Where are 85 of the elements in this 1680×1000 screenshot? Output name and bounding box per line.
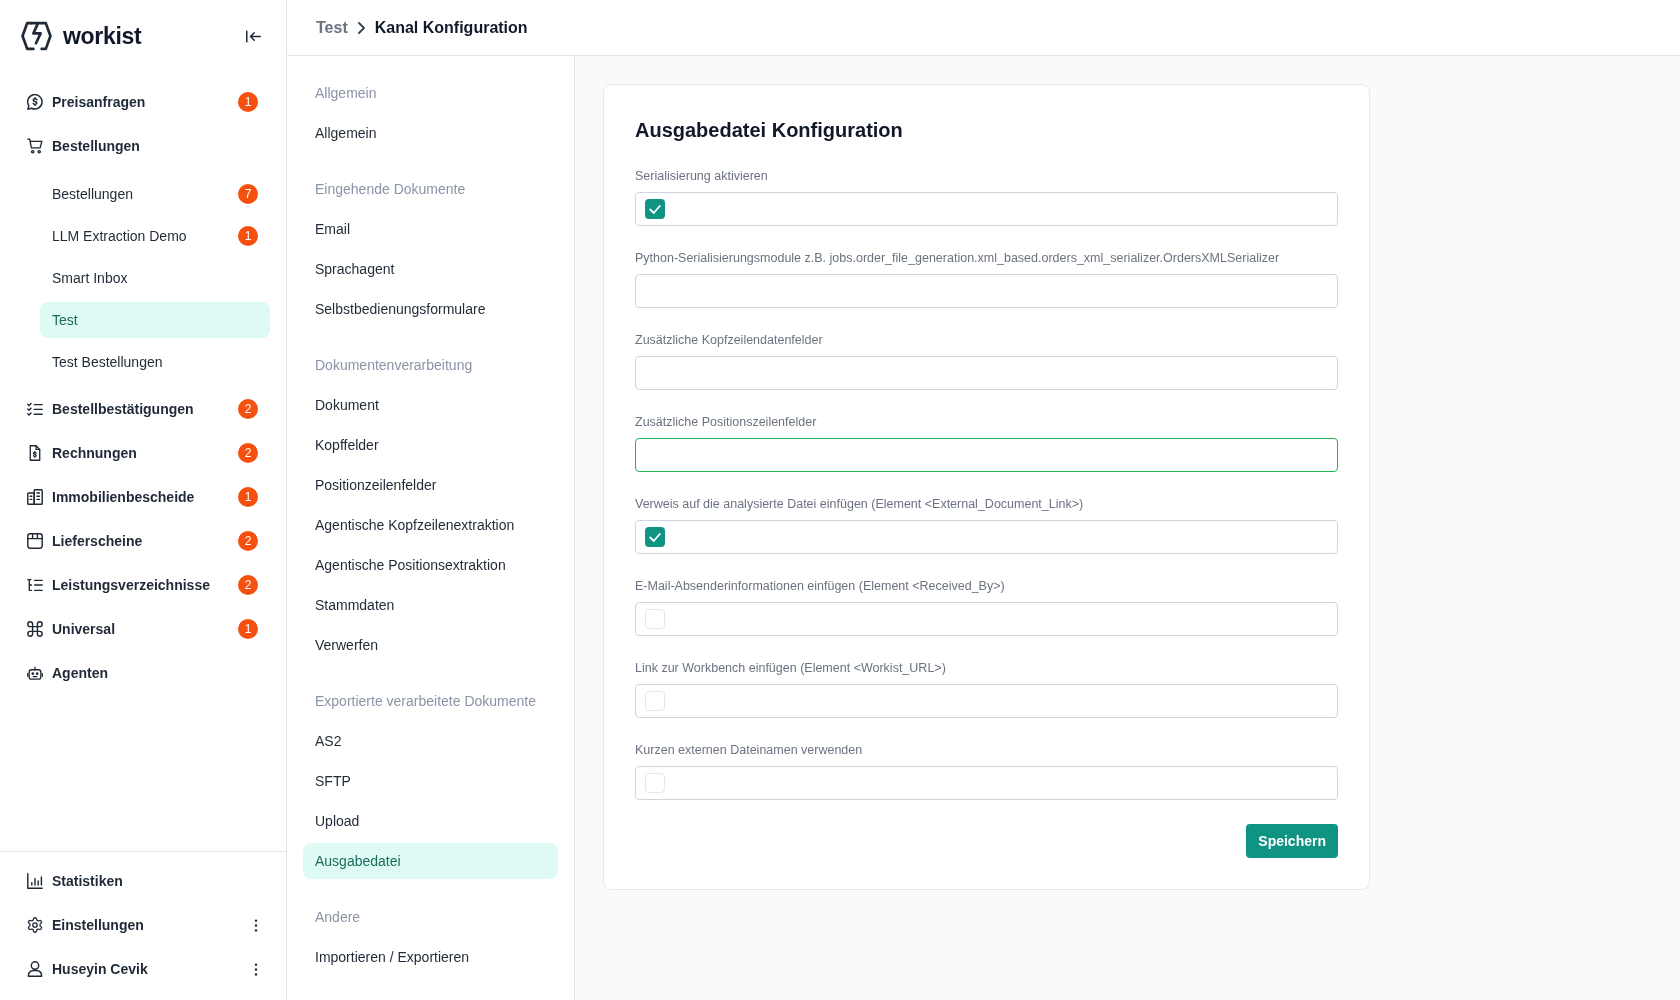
section-heading: Andere: [314, 907, 362, 927]
field-label: Serialisierung aktivieren: [635, 168, 769, 184]
section-heading: Exportierte verarbeitete Dokumente: [314, 691, 537, 711]
document-dollar-icon: [27, 445, 43, 461]
settings-menu-item[interactable]: Verwerfen: [303, 627, 558, 663]
sidebar-item[interactable]: Bestellungen: [16, 124, 270, 168]
sidebar-subitem[interactable]: Test Bestellungen: [40, 344, 270, 380]
section-heading: Allgemein: [314, 83, 378, 103]
bar-chart-icon: [27, 873, 43, 889]
sidebar-item[interactable]: Statistiken: [16, 859, 270, 903]
settings-menu-item[interactable]: Sprachagent: [303, 251, 558, 287]
settings-menu-item[interactable]: Selbstbedienungsformulare: [303, 291, 558, 327]
count-badge: 1: [238, 92, 258, 112]
field-label: Zusätzliche Positionszeilenfelder: [635, 414, 818, 430]
sidebar-item[interactable]: Immobilienbescheide 1: [16, 475, 270, 519]
count-badge: 1: [238, 619, 258, 639]
checkbox[interactable]: [645, 527, 665, 547]
sidebar-subitem[interactable]: Bestellungen 7: [40, 176, 270, 212]
field-label: Link zur Workbench einfügen (Element <Workist_URL>): [635, 660, 947, 676]
breadcrumb-link[interactable]: Test: [316, 15, 348, 40]
count-badge: 2: [238, 531, 258, 551]
count-badge: 7: [238, 184, 258, 204]
sidebar-item[interactable]: Preisanfragen 1: [16, 80, 270, 124]
checklist-icon: [27, 401, 43, 417]
sidebar-item[interactable]: Einstellungen: [16, 903, 270, 947]
sidebar-item[interactable]: Agenten: [16, 651, 270, 695]
sidebar-item[interactable]: Universal 1: [16, 607, 270, 651]
checkmark-icon: [649, 532, 661, 542]
settings-menu-item[interactable]: Upload: [303, 803, 558, 839]
count-badge: 1: [238, 487, 258, 507]
sidebar-subitem[interactable]: LLM Extraction Demo 1: [40, 218, 270, 254]
field-label: Zusätzliche Kopfzeilendatenfelder: [635, 332, 824, 348]
sidebar-item[interactable]: Lieferscheine 2: [16, 519, 270, 563]
checkbox[interactable]: [645, 199, 665, 219]
checkbox[interactable]: [645, 691, 665, 711]
settings-menu-item[interactable]: Agentische Positionsextraktion: [303, 547, 558, 583]
user-icon: [27, 961, 43, 977]
collapse-left-icon: [245, 29, 261, 43]
text-input[interactable]: [635, 274, 1338, 308]
section-heading: Eingehende Dokumente: [314, 179, 467, 199]
settings-menu-item[interactable]: Stammdaten: [303, 587, 558, 623]
settings-menu-item[interactable]: Ausgabedatei: [303, 843, 558, 879]
logo-text: workist: [63, 21, 142, 51]
settings-menu-item[interactable]: Kopffelder: [303, 427, 558, 463]
count-badge: 2: [238, 575, 258, 595]
settings-menu-item[interactable]: Importieren / Exportieren: [303, 939, 558, 975]
sidebar-item[interactable]: Huseyin Cevik: [16, 947, 270, 991]
command-icon: [27, 621, 43, 637]
card-title: Ausgabedatei Konfiguration: [635, 118, 904, 143]
save-button[interactable]: Speichern: [1246, 824, 1338, 858]
settings-menu-item[interactable]: Positionzeilenfelder: [303, 467, 558, 503]
sidebar-item[interactable]: Rechnungen 2: [16, 431, 270, 475]
chevron-right-icon: [357, 21, 365, 34]
field-label: Kurzen externen Dateinamen verwenden: [635, 742, 864, 758]
settings-menu-item[interactable]: Dokument: [303, 387, 558, 423]
checkmark-icon: [649, 204, 661, 214]
settings-menu-item[interactable]: AS2: [303, 723, 558, 759]
text-input[interactable]: [635, 438, 1338, 472]
section-heading: Dokumentenverarbeitung: [314, 355, 474, 375]
text-input[interactable]: [635, 356, 1338, 390]
box-icon: [27, 533, 43, 549]
sidebar-subitem[interactable]: Test: [40, 302, 270, 338]
sidebar-item[interactable]: Bestellbestätigungen 2: [16, 387, 270, 431]
breadcrumb-current: Kanal Konfiguration: [374, 17, 528, 38]
field-label: Python-Serialisierungsmodule z.B. jobs.order_file_generation.xml_based.orders_xml_serializer.OrdersXMLSerializer: [635, 250, 1281, 266]
count-badge: 2: [238, 443, 258, 463]
buildings-icon: [27, 489, 43, 505]
sidebar-item[interactable]: Leistungsverzeichnisse 2: [16, 563, 270, 607]
field-label: Verweis auf die analysierte Datei einfügen (Element <External_Document_Link>): [635, 496, 1085, 512]
settings-icon: [27, 917, 43, 933]
field-label: E-Mail-Absenderinformationen einfügen (Element <Received_By>): [635, 578, 1006, 594]
count-badge: 1: [238, 226, 258, 246]
checkbox[interactable]: [645, 773, 665, 793]
settings-menu-item[interactable]: Email: [303, 211, 558, 247]
settings-menu-item[interactable]: Allgemein: [303, 115, 558, 151]
settings-menu-item[interactable]: SFTP: [303, 763, 558, 799]
count-badge: 2: [238, 399, 258, 419]
settings-menu-item[interactable]: Agentische Kopfzeilenextraktion: [303, 507, 558, 543]
hexagon-logo-icon: [21, 21, 52, 51]
list-tree-icon: [27, 577, 43, 593]
checkbox[interactable]: [645, 609, 665, 629]
cart-icon: [27, 138, 43, 154]
sidebar-subitem[interactable]: Smart Inbox: [40, 260, 270, 296]
chat-dollar-icon: [27, 94, 43, 110]
robot-icon: [27, 665, 43, 681]
